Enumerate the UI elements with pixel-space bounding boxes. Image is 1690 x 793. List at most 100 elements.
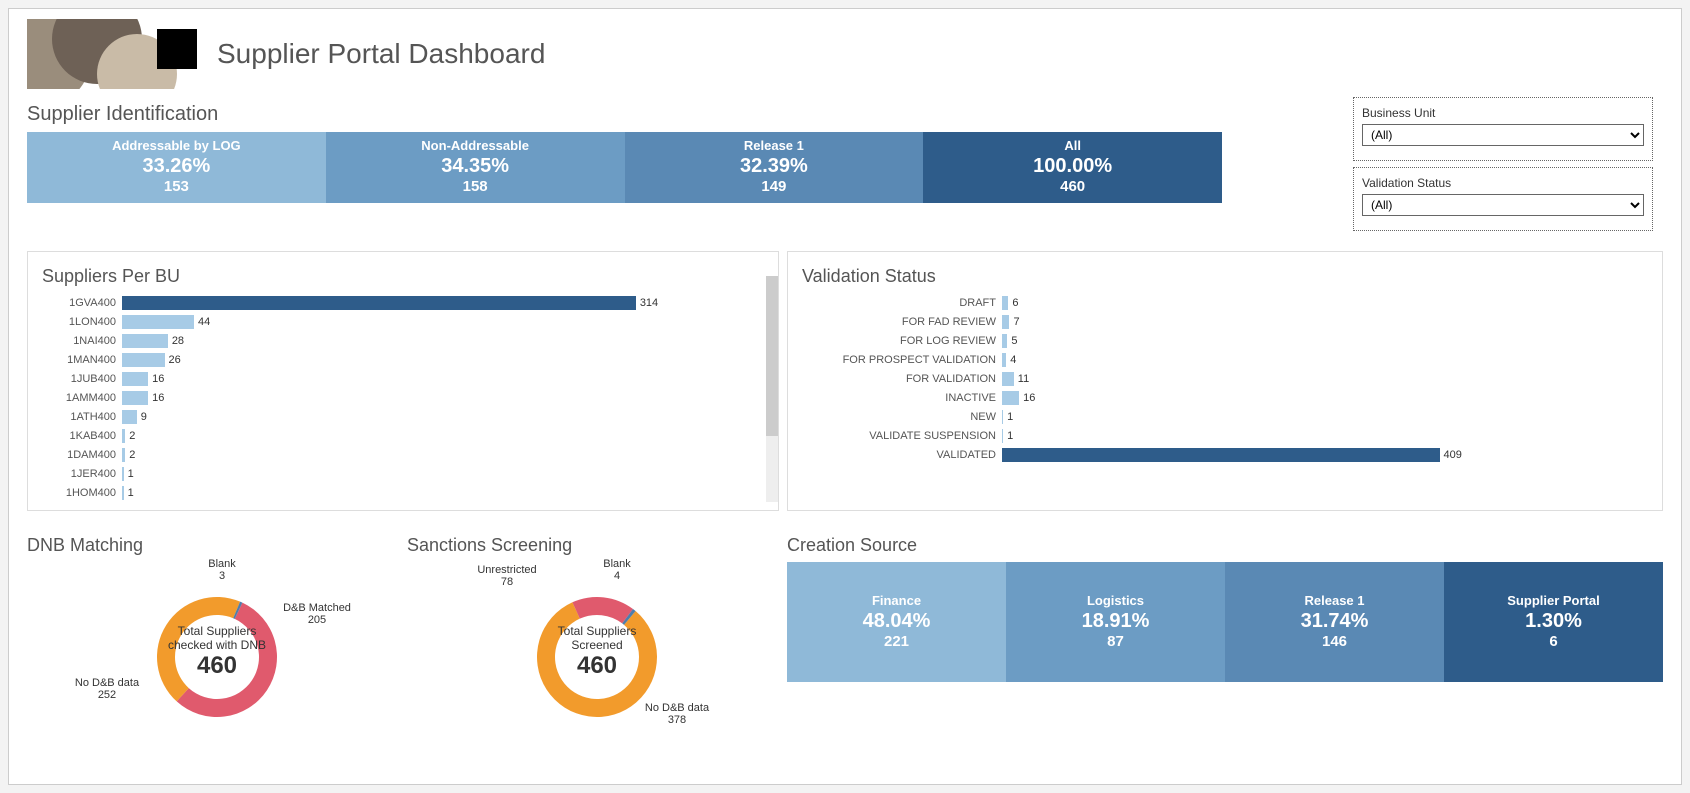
- hbar-value: 4: [1010, 354, 1016, 366]
- identification-card[interactable]: Addressable by LOG33.26%153: [27, 132, 326, 203]
- hbar-row[interactable]: DRAFT6: [802, 293, 1648, 312]
- hbar-value: 5: [1011, 335, 1017, 347]
- card-percent: 33.26%: [27, 155, 326, 178]
- filter-vs-select[interactable]: (All): [1362, 194, 1644, 216]
- hbar-plot: 314: [122, 296, 764, 310]
- hbar-label: FOR LOG REVIEW: [802, 335, 1002, 347]
- card-count: 149: [625, 178, 924, 195]
- validation-status-chart[interactable]: DRAFT6FOR FAD REVIEW7FOR LOG REVIEW5FOR …: [802, 293, 1648, 464]
- creation-card[interactable]: Supplier Portal1.30%6: [1444, 562, 1663, 682]
- mid-panels: Suppliers Per BU 1GVA400 314 1LON400441NAI…: [27, 251, 1663, 511]
- hbar-row[interactable]: 1ATH4009: [42, 407, 764, 426]
- hbar-row[interactable]: FOR LOG REVIEW 5: [802, 331, 1648, 350]
- hbar-bar: [1002, 429, 1003, 443]
- hbar-plot: 1: [122, 467, 764, 481]
- hbar-bar: [122, 410, 137, 424]
- hbar-label: 1MAN400: [42, 354, 122, 366]
- hbar-bar: [122, 486, 124, 500]
- scrollbar-thumb[interactable]: [766, 276, 778, 436]
- hbar-bar: [1002, 296, 1008, 310]
- hbar-row[interactable]: 1KAB4002: [42, 426, 764, 445]
- hbar-row[interactable]: VALIDATE SUSPENSION1: [802, 426, 1648, 445]
- dnb-center-value: 460: [197, 652, 237, 680]
- hbar-row[interactable]: 1JUB40016: [42, 369, 764, 388]
- validation-status-title: Validation Status: [802, 266, 1648, 287]
- hbar-value: 2: [129, 430, 135, 442]
- hbar-plot: 6: [1002, 296, 1648, 310]
- identification-card[interactable]: All100.00%460: [923, 132, 1222, 203]
- card-count: 460: [923, 178, 1222, 195]
- hbar-label: 1DAM400: [42, 449, 122, 461]
- hbar-row[interactable]: VALIDATED409: [802, 445, 1648, 464]
- hbar-label: 1LON400: [42, 316, 122, 328]
- donut-label: No D&B data378: [637, 702, 717, 726]
- hbar-row[interactable]: FOR FAD REVIEW7: [802, 312, 1648, 331]
- creation-card[interactable]: Logistics18.91%87: [1006, 562, 1225, 682]
- filter-validation-status: Validation Status (All): [1353, 167, 1653, 231]
- creation-source-panel: Creation Source Finance48.04%221Logistic…: [787, 529, 1663, 742]
- hbar-bar: [1002, 353, 1006, 367]
- dnb-matching-title: DNB Matching: [27, 535, 407, 556]
- identification-card[interactable]: Release 132.39%149: [625, 132, 924, 203]
- hbar-bar: [122, 448, 125, 462]
- hbar-row[interactable]: FOR VALIDATION11: [802, 369, 1648, 388]
- filter-bu-select[interactable]: (All): [1362, 124, 1644, 146]
- hbar-row[interactable]: INACTIVE16: [802, 388, 1648, 407]
- hbar-row[interactable]: 1AMM40016: [42, 388, 764, 407]
- filter-business-unit: Business Unit (All): [1353, 97, 1653, 161]
- hbar-row[interactable]: FOR PROSPECT VALIDATION4: [802, 350, 1648, 369]
- hbar-value: 1: [128, 487, 134, 499]
- hbar-value: 26: [169, 354, 181, 366]
- hbar-value: 28: [172, 335, 184, 347]
- sanctions-center-label: Total Suppliers Screened: [547, 624, 647, 652]
- hbar-bar: [122, 315, 194, 329]
- card-count: 87: [1006, 633, 1225, 650]
- hbar-label: 1AMM400: [42, 392, 122, 404]
- creation-card[interactable]: Finance48.04%221: [787, 562, 1006, 682]
- creation-source-title: Creation Source: [787, 535, 1663, 556]
- card-percent: 34.35%: [326, 155, 625, 178]
- hbar-bar: [1002, 391, 1019, 405]
- card-label: Non-Addressable: [326, 138, 625, 153]
- hbar-row[interactable]: 1HOM4001: [42, 483, 764, 502]
- hbar-row[interactable]: 1DAM400 2: [42, 445, 764, 464]
- dnb-center-label: Total Suppliers checked with DNB: [167, 624, 267, 652]
- hbar-row[interactable]: 1MAN400 26: [42, 350, 764, 369]
- hbar-label: FOR FAD REVIEW: [802, 316, 1002, 328]
- identification-section-title: Supplier Identification: [27, 103, 1343, 126]
- dnb-donut-chart[interactable]: Total Suppliers checked with DNB 460 No …: [107, 562, 327, 742]
- hbar-value: 2: [129, 449, 135, 461]
- identification-card[interactable]: Non-Addressable34.35%158: [326, 132, 625, 203]
- hbar-value: 314: [640, 297, 658, 309]
- hbar-row[interactable]: NEW1: [802, 407, 1648, 426]
- hbar-row[interactable]: 1JER4001: [42, 464, 764, 483]
- dashboard-header: Supplier Portal Dashboard: [27, 19, 1663, 89]
- card-label: Finance: [787, 593, 1006, 608]
- sanctions-donut-chart[interactable]: Total Suppliers Screened 460 No D&B data…: [487, 562, 707, 742]
- hbar-label: VALIDATE SUSPENSION: [802, 430, 1002, 442]
- suppliers-per-bu-chart[interactable]: 1GVA400 314 1LON400441NAI40028 1MAN400 26 1JU…: [42, 293, 764, 502]
- hbar-row[interactable]: 1GVA400 314: [42, 293, 764, 312]
- card-label: Supplier Portal: [1444, 593, 1663, 608]
- dnb-center: Total Suppliers checked with DNB 460: [107, 562, 327, 742]
- hbar-bar: [122, 372, 148, 386]
- card-count: 153: [27, 178, 326, 195]
- suppliers-per-bu-title: Suppliers Per BU: [42, 266, 764, 287]
- creation-card[interactable]: Release 131.74%146: [1225, 562, 1444, 682]
- hbar-bar: [122, 296, 636, 310]
- hbar-plot: 9: [122, 410, 764, 424]
- hbar-value: 16: [1023, 392, 1035, 404]
- hbar-bar: [122, 429, 125, 443]
- sanctions-panel: Sanctions Screening Total Suppliers Scre…: [407, 529, 787, 742]
- hbar-label: 1JER400: [42, 468, 122, 480]
- hbar-row[interactable]: 1LON40044: [42, 312, 764, 331]
- hbar-bar: [1002, 334, 1007, 348]
- sanctions-center-value: 460: [577, 652, 617, 680]
- dashboard-page: Supplier Portal Dashboard Supplier Ident…: [8, 8, 1682, 785]
- hbar-label: 1GVA400: [42, 297, 122, 309]
- dnb-matching-panel: DNB Matching Total Suppliers checked wit…: [27, 529, 407, 742]
- card-count: 6: [1444, 633, 1663, 650]
- hbar-plot: 4: [1002, 353, 1648, 367]
- hbar-row[interactable]: 1NAI40028: [42, 331, 764, 350]
- lower-row: DNB Matching Total Suppliers checked wit…: [27, 529, 1663, 742]
